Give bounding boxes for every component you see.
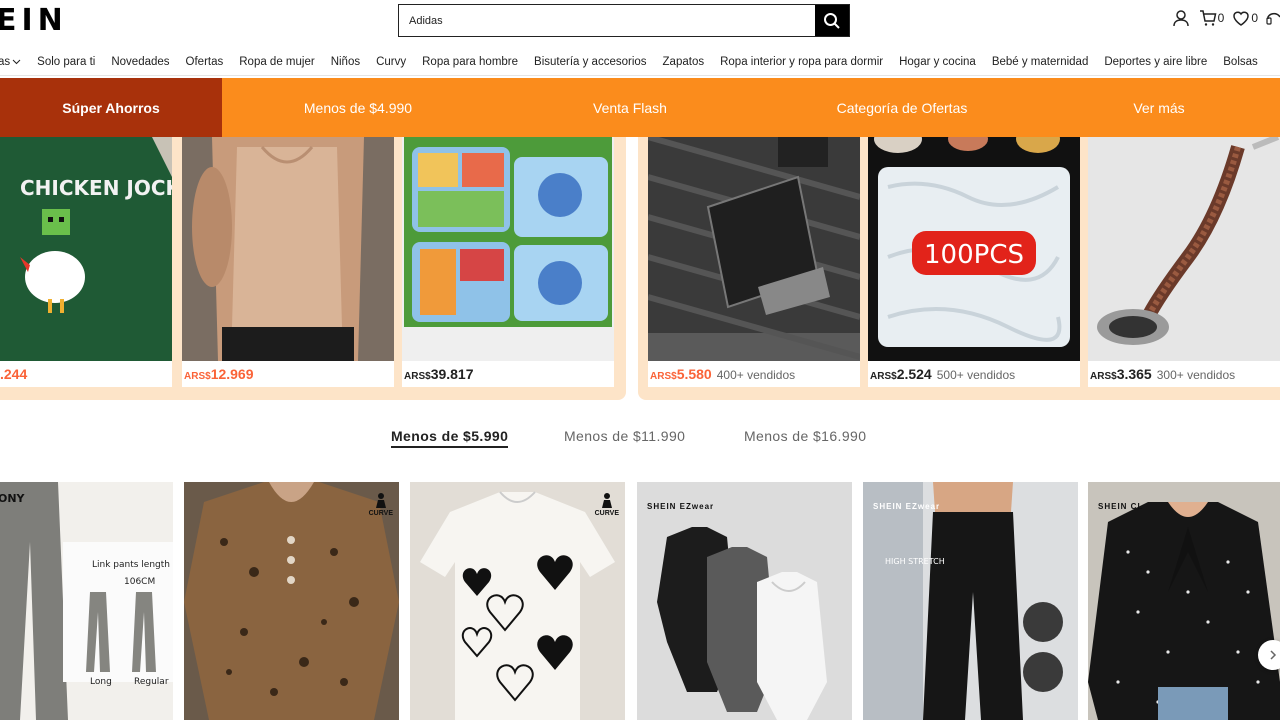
product-image-wide-pants: Link pants length 106CM Long Regular ONY xyxy=(0,482,173,720)
price-filter-tabs: Menos de $5.990 Menos de $11.990 Menos d… xyxy=(0,428,1280,454)
wishlist-button[interactable]: 0 xyxy=(1232,9,1258,27)
user-icon xyxy=(1172,10,1189,27)
nav-item-bebe[interactable]: Bebé y maternidad xyxy=(992,56,1089,68)
product-card[interactable]: CURVE xyxy=(410,482,625,720)
nav-item-ropa-de-mujer[interactable]: Ropa de mujer xyxy=(239,56,314,68)
deal-price: ARS$ 5.580 400+ vendidos xyxy=(650,366,796,382)
nav-item-hogar[interactable]: Hogar y cocina xyxy=(899,56,976,68)
promo-tab-menos-4990[interactable]: Menos de $4.990 xyxy=(222,78,494,137)
deal-price: ARS$ 2.524 500+ vendidos xyxy=(870,366,1016,382)
product-image-leopard-blouse xyxy=(184,482,399,720)
pants-length-label: Link pants length xyxy=(92,560,170,570)
header-icons: 0 0 xyxy=(1171,8,1280,28)
search-icon xyxy=(824,12,840,29)
deal-price: ARS$ 12.969 xyxy=(184,366,254,382)
pants-length-value: 106CM xyxy=(124,577,155,587)
promo-tab-venta-flash[interactable]: Venta Flash xyxy=(494,78,766,137)
header: EIN 0 0 xyxy=(0,0,1280,42)
tab-menos-11990[interactable]: Menos de $11.990 xyxy=(564,428,685,444)
pants-long-label: Long xyxy=(90,677,112,687)
carousel-next-button[interactable] xyxy=(1258,640,1280,670)
person-icon xyxy=(375,493,386,508)
pack-count-label: 100PCS xyxy=(924,240,1024,270)
nav-item-ninos[interactable]: Niños xyxy=(331,56,360,68)
heart-icon xyxy=(1233,11,1250,26)
product-image-tank-top xyxy=(182,137,394,361)
nav-item-bolsas[interactable]: Bolsas xyxy=(1223,56,1258,68)
search-input[interactable] xyxy=(399,5,815,36)
cart-button[interactable]: 0 xyxy=(1199,9,1225,27)
product-card[interactable]: HIGH STRETCH SHEIN EZwear xyxy=(863,482,1078,720)
shein-logo[interactable]: EIN xyxy=(0,4,68,38)
support-button[interactable] xyxy=(1266,9,1280,27)
nav-item-deportes[interactable]: Deportes y aire libre xyxy=(1104,56,1207,68)
nav-item-novedades[interactable]: Novedades xyxy=(111,56,169,68)
curve-badge: CURVE xyxy=(595,492,619,517)
tab-menos-16990[interactable]: Menos de $16.990 xyxy=(744,428,866,444)
product-card[interactable]: CURVE xyxy=(184,482,399,720)
deal-card[interactable]: ARS$ 12.969 xyxy=(182,137,394,387)
category-nav: as Solo para ti Novedades Ofertas Ropa d… xyxy=(0,48,1280,76)
curve-badge: CURVE xyxy=(369,492,393,517)
product-card[interactable]: SHEIN EZwear xyxy=(637,482,852,720)
product-image-lunch-box xyxy=(402,137,614,361)
nav-item-ropa-para-hombre[interactable]: Ropa para hombre xyxy=(422,56,518,68)
account-button[interactable] xyxy=(1171,8,1191,28)
product-image-flare-pants: HIGH STRETCH xyxy=(863,482,1078,720)
nav-item-solo-para-ti[interactable]: Solo para ti xyxy=(37,56,95,68)
person-icon xyxy=(601,493,612,508)
product-card[interactable]: Link pants length 106CM Long Regular ONY xyxy=(0,482,173,720)
wishlist-count: 0 xyxy=(1251,11,1258,25)
cart-count: 0 xyxy=(1217,11,1225,25)
product-image-dotted-blouse xyxy=(1088,482,1280,720)
cart-icon xyxy=(1199,10,1217,26)
nav-item-curvy[interactable]: Curvy xyxy=(376,56,406,68)
nav-item-bisuteria[interactable]: Bisutería y accesorios xyxy=(534,56,647,68)
promo-tab-categoria-ofertas[interactable]: Categoría de Ofertas xyxy=(766,78,1038,137)
product-card[interactable]: SHEIN CL xyxy=(1088,482,1280,720)
deal-price: ARS$ 39.817 xyxy=(404,366,474,382)
nav-item-ofertas[interactable]: Ofertas xyxy=(186,56,224,68)
deal-price: ARS$ 3.365 300+ vendidos xyxy=(1090,366,1236,382)
chevron-right-icon xyxy=(1270,650,1277,660)
high-stretch-label: HIGH STRETCH xyxy=(885,557,945,566)
brand-label: SHEIN CL xyxy=(1098,502,1144,511)
headset-icon xyxy=(1266,12,1280,25)
product-image-heart-tee xyxy=(410,482,625,720)
product-image-bodysuits xyxy=(637,482,852,720)
search-button[interactable] xyxy=(815,5,849,36)
product-image-drain-cleaner xyxy=(1088,137,1280,361)
nav-item-zapatos[interactable]: Zapatos xyxy=(663,56,705,68)
nav-item-ropa-interior[interactable]: Ropa interior y ropa para dormir xyxy=(720,56,883,68)
promo-tab-super-ahorros[interactable]: Súper Ahorros xyxy=(0,78,222,137)
tab-menos-5990[interactable]: Menos de $5.990 xyxy=(391,428,509,448)
brand-label: SHEIN EZwear xyxy=(873,502,941,511)
brand-tag: ONY xyxy=(0,492,26,505)
deal-card[interactable]: ARS$ 3.365 300+ vendidos xyxy=(1088,137,1280,387)
deal-card[interactable]: CHICKEN JOCKEY .244 xyxy=(0,137,172,387)
brand-label: SHEIN EZwear xyxy=(647,502,715,511)
promo-tab-ver-mas[interactable]: Ver más xyxy=(1038,78,1280,137)
shirt-print-text: CHICKEN JOCKEY xyxy=(20,176,172,200)
promo-bar: Súper Ahorros Menos de $4.990 Venta Flas… xyxy=(0,78,1280,137)
pants-regular-label: Regular xyxy=(134,677,169,687)
deal-card[interactable]: ARS$ 39.817 xyxy=(402,137,614,387)
product-image-tshirt: CHICKEN JOCKEY xyxy=(0,137,172,361)
product-image-wallet xyxy=(648,137,860,361)
nav-item-partial[interactable]: as xyxy=(0,56,21,68)
search-bar xyxy=(398,4,850,37)
chevron-down-icon xyxy=(12,59,21,64)
deal-card[interactable]: ARS$ 5.580 400+ vendidos xyxy=(648,137,860,387)
product-image-food-covers: 100PCS xyxy=(868,137,1080,361)
deal-card[interactable]: 100PCS ARS$ 2.524 500+ vendidos xyxy=(868,137,1080,387)
deal-price: .244 xyxy=(0,366,28,382)
